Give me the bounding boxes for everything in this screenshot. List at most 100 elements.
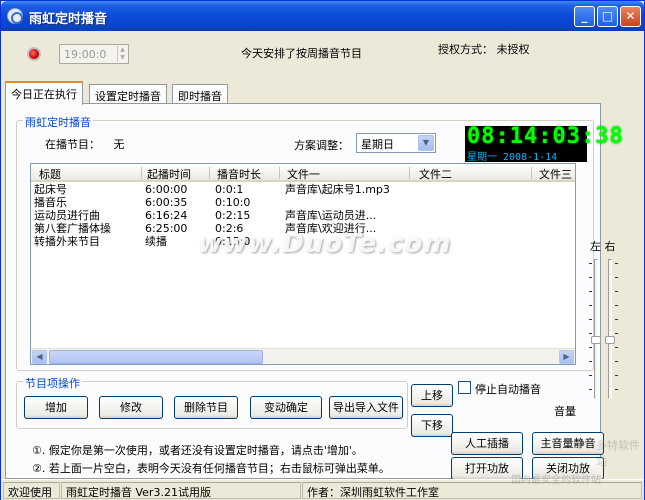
main-window: 雨虹定时播音 _ □ ✕ 19:00:0 ▲ ▼ 今天安排了按周播音节目 授权方式…	[0, 0, 645, 500]
minimize-button[interactable]: _	[574, 6, 595, 27]
table-row[interactable]: 播音乐 6:00:35 0:10:0	[31, 196, 575, 210]
cell-start: 6:16:24	[145, 209, 188, 222]
tab-instant-broadcast[interactable]: 即时播音	[172, 84, 228, 104]
column-header-title[interactable]: 标题	[39, 166, 61, 182]
cell-title: 转播外来节目	[34, 235, 100, 248]
auto-stop-checkbox[interactable]	[458, 381, 471, 394]
column-divider[interactable]	[209, 167, 210, 179]
column-divider[interactable]	[409, 167, 410, 179]
volume-tick	[589, 375, 592, 376]
scroll-left-icon[interactable]: ◀	[32, 350, 47, 364]
cell-start: 续播	[145, 235, 167, 248]
volume-tick	[589, 263, 592, 264]
volume-tick	[615, 277, 618, 278]
authorization-status: 授权方式： 未授权	[438, 41, 530, 57]
right-volume-slider[interactable]	[605, 336, 615, 344]
volume-tick	[589, 333, 592, 334]
cell-start: 6:25:00	[145, 222, 188, 235]
clock-date: 星期一 2008-1-14	[467, 152, 558, 163]
confirm-change-button[interactable]: 变动确定	[250, 396, 322, 419]
cell-file1: 声音库\运动员进...	[285, 209, 377, 222]
program-list[interactable]: 标题 起播时间 播音时长 文件一 文件二 文件三 起床号 6:00:00 0:0…	[30, 163, 576, 365]
volume-tick	[615, 291, 618, 292]
volume-tick	[615, 389, 618, 390]
cell-title: 起床号	[34, 183, 67, 196]
delete-program-button[interactable]: 删除节目	[174, 396, 238, 419]
cell-file1: 声音库\起床号1.mp3	[285, 183, 390, 196]
maximize-button[interactable]: □	[597, 6, 618, 27]
right-volume-track[interactable]	[608, 259, 612, 399]
table-row[interactable]: 运动员进行曲 6:16:24 0:2:15 声音库\运动员进...	[31, 209, 575, 223]
watermark: www.DuoTe.com	[198, 229, 452, 259]
volume-left-right-label: 左 右	[590, 240, 616, 253]
record-indicator-icon	[27, 47, 41, 61]
today-schedule-note: 今天安排了按周播音节目	[241, 47, 362, 60]
cell-duration: 0:2:15	[215, 209, 251, 222]
auth-value: 未授权	[496, 43, 530, 56]
column-header-file1[interactable]: 文件一	[287, 166, 320, 182]
cell-start: 6:00:35	[145, 196, 188, 209]
auth-label: 授权方式：	[438, 43, 493, 56]
watermark-corner: 多特软件站	[596, 439, 640, 468]
time-spin-icon[interactable]: ▲ ▼	[117, 46, 127, 62]
mute-main-volume-button[interactable]: 主音量静音	[532, 432, 604, 455]
cell-start: 6:00:00	[145, 183, 188, 196]
time-value: 19:00:0	[64, 48, 107, 61]
cell-duration: 0:10:0	[215, 196, 251, 209]
tab-today-running[interactable]: 今日正在执行	[5, 81, 83, 105]
tab-set-schedule[interactable]: 设置定时播音	[89, 84, 167, 104]
volume-tick	[615, 319, 618, 320]
close-button[interactable]: ✕	[620, 6, 641, 27]
left-volume-track[interactable]	[594, 259, 598, 399]
cell-duration: 0:0:1	[215, 183, 244, 196]
column-divider[interactable]	[141, 167, 142, 179]
volume-label: 音量	[554, 405, 576, 418]
left-volume-slider[interactable]	[591, 336, 601, 344]
ops-group-title: 节目项操作	[23, 375, 82, 391]
plan-select[interactable]: 星期日 ▼	[356, 133, 436, 153]
volume-tick	[589, 361, 592, 362]
scroll-thumb[interactable]	[49, 350, 263, 364]
volume-tick	[589, 319, 592, 320]
table-row[interactable]: 起床号 6:00:00 0:0:1 声音库\起床号1.mp3	[31, 183, 575, 197]
column-divider[interactable]	[531, 167, 532, 179]
edit-button[interactable]: 修改	[99, 396, 163, 419]
time-picker[interactable]: 19:00:0 ▲ ▼	[59, 44, 129, 64]
auto-stop-label[interactable]: 停止自动播音	[475, 381, 541, 397]
chevron-down-icon[interactable]: ▼	[418, 135, 434, 151]
column-header-duration[interactable]: 播音时长	[217, 166, 261, 182]
tip-empty-list: ②. 若上面一片空白，表明今天没有任何播音节目；右击鼠标可弹出菜单。	[32, 462, 390, 475]
volume-tick	[589, 347, 592, 348]
manual-insert-button[interactable]: 人工插播	[451, 432, 523, 455]
now-playing-value: 无	[113, 138, 125, 151]
horizontal-scrollbar[interactable]: ◀ ▶	[31, 348, 575, 364]
column-header-file2[interactable]: 文件二	[419, 166, 452, 182]
move-down-button[interactable]: 下移	[411, 414, 453, 437]
broadcast-group-title: 雨虹定时播音	[23, 114, 93, 130]
app-icon	[7, 8, 23, 24]
column-header-start[interactable]: 起播时间	[147, 166, 191, 182]
volume-tick	[615, 305, 618, 306]
now-playing-label: 在播节目：	[45, 138, 100, 151]
volume-tick	[615, 263, 618, 264]
volume-tick	[589, 277, 592, 278]
cell-title: 运动员进行曲	[34, 209, 100, 222]
now-playing: 在播节目： 无	[45, 136, 125, 152]
volume-tick	[615, 347, 618, 348]
volume-tick	[589, 305, 592, 306]
title-bar[interactable]: 雨虹定时播音 _ □ ✕	[1, 1, 644, 31]
add-button[interactable]: 增加	[24, 396, 88, 419]
volume-tick	[615, 375, 618, 376]
tip-first-use: ①. 假定你是第一次使用，或者还没有设置定时播音，请点击'增加'。	[32, 444, 363, 457]
move-up-button[interactable]: 上移	[411, 384, 453, 407]
clock-time: 08:14:03:38	[467, 124, 624, 149]
scroll-right-icon[interactable]: ▶	[559, 350, 574, 364]
digital-clock: 08:14:03:38 星期一 2008-1-14	[465, 124, 624, 163]
list-header: 标题 起播时间 播音时长 文件一 文件二 文件三	[31, 164, 575, 182]
import-export-button[interactable]: 导出导入文件	[329, 396, 403, 419]
cell-title: 播音乐	[34, 196, 67, 209]
column-divider[interactable]	[279, 167, 280, 179]
status-welcome: 欢迎使用	[3, 482, 60, 499]
column-header-file3[interactable]: 文件三	[539, 166, 572, 182]
window-title: 雨虹定时播音	[29, 12, 108, 27]
